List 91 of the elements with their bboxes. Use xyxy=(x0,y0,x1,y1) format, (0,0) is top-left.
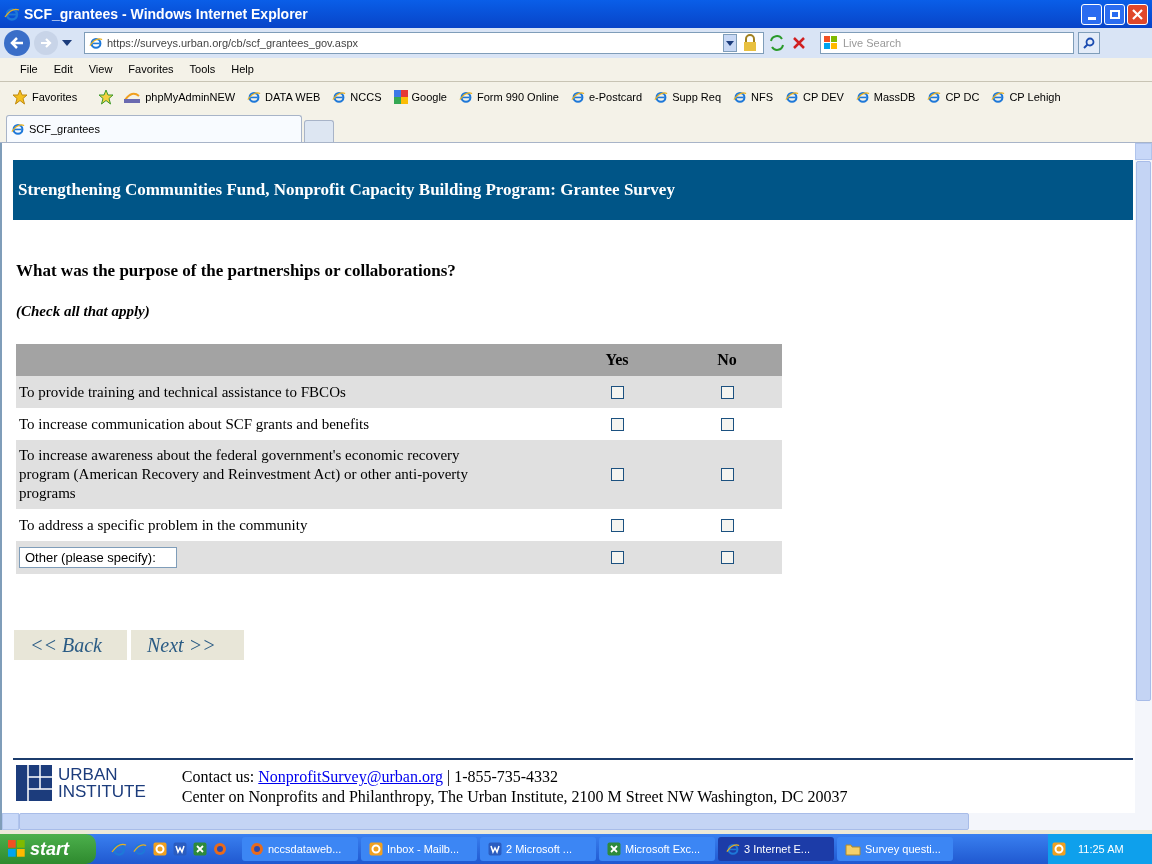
close-button[interactable] xyxy=(1127,3,1148,25)
address-field[interactable]: https://surveys.urban.org/cb/scf_grantees_gov.aspx xyxy=(84,32,764,54)
add-favorite-icon[interactable] xyxy=(97,89,116,105)
window-title: SCF_grantees - Windows Internet Explorer xyxy=(24,4,308,24)
favorite-link[interactable]: MassDB xyxy=(855,88,920,106)
favorite-link[interactable]: Supp Req xyxy=(654,88,726,106)
favorite-link[interactable]: phpMyAdminNEW xyxy=(123,88,240,106)
column-header: Yes xyxy=(605,351,629,368)
checkbox[interactable] xyxy=(720,518,734,532)
option-label: To increase awareness about the federal government's economic recovery program (American Recovery and Reinvestment Act) or other anti-poverty programs xyxy=(19,446,469,503)
star-icon xyxy=(12,89,28,105)
back-nav-button[interactable]: << Back xyxy=(14,630,127,660)
urban-institute-logo-icon xyxy=(16,765,52,801)
o-letter-icon xyxy=(369,842,383,856)
option-label: To address a specific problem in the community xyxy=(19,515,308,535)
column-header: No xyxy=(717,351,737,368)
logo-text: INSTITUTE xyxy=(58,783,146,800)
checkbox[interactable] xyxy=(610,518,624,532)
menu-item[interactable]: Favorites xyxy=(120,61,182,78)
next-nav-button[interactable]: Next >> xyxy=(131,630,244,660)
taskbar-button[interactable]: 2 Microsoft ... xyxy=(480,837,596,861)
o-letter-icon xyxy=(153,842,167,856)
dropdown-arrow-icon[interactable] xyxy=(726,40,734,46)
favorite-link[interactable]: NFS xyxy=(733,88,778,106)
favorite-link[interactable]: CP DEV xyxy=(785,88,848,106)
other-specify-field[interactable]: Other (please specify): xyxy=(19,547,177,568)
globe-icon xyxy=(213,842,227,856)
option-label: To increase communication about SCF grants and benefits xyxy=(19,414,370,434)
favorite-link[interactable]: e-Postcard xyxy=(570,88,647,106)
checkbox[interactable] xyxy=(610,417,624,431)
search-field[interactable]: Live Search xyxy=(820,32,1074,54)
favorite-link[interactable]: DATA WEB xyxy=(247,88,325,106)
restore-button[interactable] xyxy=(1104,3,1125,25)
close-icon xyxy=(1132,8,1143,20)
taskbar-button[interactable]: Microsoft Exc... xyxy=(599,837,715,861)
survey-title: Strengthening Communities Fund, Nonprofit Capacity Building Program: Grantee Survey xyxy=(18,179,675,202)
google-logo-icon xyxy=(393,90,408,104)
favorite-link[interactable]: Google xyxy=(393,88,451,106)
x-letter-icon xyxy=(193,842,207,856)
logo-text: URBAN xyxy=(58,766,119,783)
browser-tab[interactable]: SCF_grantees xyxy=(6,115,302,142)
menu-item[interactable]: View xyxy=(80,61,121,78)
menu-item[interactable]: Edit xyxy=(45,61,81,78)
taskbar-button[interactable]: Survey questi... xyxy=(837,837,953,861)
checkbox[interactable] xyxy=(610,385,624,399)
dropdown-arrow-icon[interactable] xyxy=(62,40,72,46)
checkbox[interactable] xyxy=(610,468,624,481)
windows-flag-icon xyxy=(8,840,26,858)
w-letter-icon xyxy=(488,842,502,856)
instruction-text: (Check all that apply) xyxy=(16,301,151,321)
left-arrow-icon xyxy=(10,37,24,49)
pma-logo-icon xyxy=(123,90,142,104)
checkbox[interactable] xyxy=(610,551,624,564)
checkbox[interactable] xyxy=(720,385,734,399)
checkbox[interactable] xyxy=(720,468,734,481)
search-icon xyxy=(1083,37,1095,49)
checkbox[interactable] xyxy=(720,551,734,564)
favorites-button[interactable]: Favorites xyxy=(12,88,90,106)
x-letter-icon xyxy=(607,842,621,856)
menu-item[interactable]: File xyxy=(12,61,46,78)
menu-item[interactable]: Help xyxy=(223,61,262,78)
favorite-link[interactable]: NCCS xyxy=(332,88,386,106)
taskbar-button[interactable]: Inbox - Mailb... xyxy=(361,837,477,861)
address-text: Center on Nonprofits and Philanthropy, The Urban Institute, 2100 M Street NW Washington, DC 20037 xyxy=(181,787,848,807)
search-button[interactable] xyxy=(1078,32,1100,54)
clock: 11:25 AM xyxy=(1078,841,1124,857)
vertical-scrollbar[interactable] xyxy=(1135,143,1152,813)
horizontal-scrollbar[interactable] xyxy=(0,813,1152,830)
minimize-button[interactable] xyxy=(1081,3,1102,25)
taskbar-button[interactable]: nccsdataweb... xyxy=(242,837,358,861)
favorite-link[interactable]: CP DC xyxy=(927,88,984,106)
taskbar-button[interactable]: 3 Internet E... xyxy=(718,837,834,861)
favorite-link[interactable]: CP Lehigh xyxy=(991,88,1065,106)
question-text: What was the purpose of the partnerships or collaborations? xyxy=(16,260,457,282)
email-link[interactable]: NonprofitSurvey@urban.org xyxy=(258,767,443,787)
refresh-icon[interactable] xyxy=(768,34,786,52)
padlock-icon[interactable] xyxy=(741,34,759,52)
checkbox[interactable] xyxy=(720,417,734,431)
menu-item[interactable]: Tools xyxy=(181,61,224,78)
option-label: To provide training and technical assistance to FBCOs xyxy=(19,382,346,402)
phone-text: | 1-855-735-4332 xyxy=(446,767,559,787)
back-button[interactable] xyxy=(4,30,30,56)
right-arrow-icon xyxy=(40,38,52,48)
globe-icon xyxy=(250,842,264,856)
folder-icon xyxy=(845,842,861,856)
url-text: https://surveys.urban.org/cb/scf_grantees_gov.aspx xyxy=(107,35,359,51)
windows-flag-icon xyxy=(824,36,838,50)
favorite-link[interactable]: Form 990 Online xyxy=(459,88,563,106)
o-letter-icon xyxy=(1052,842,1066,856)
contact-label: Contact us: xyxy=(181,767,255,787)
w-letter-icon xyxy=(173,842,187,856)
